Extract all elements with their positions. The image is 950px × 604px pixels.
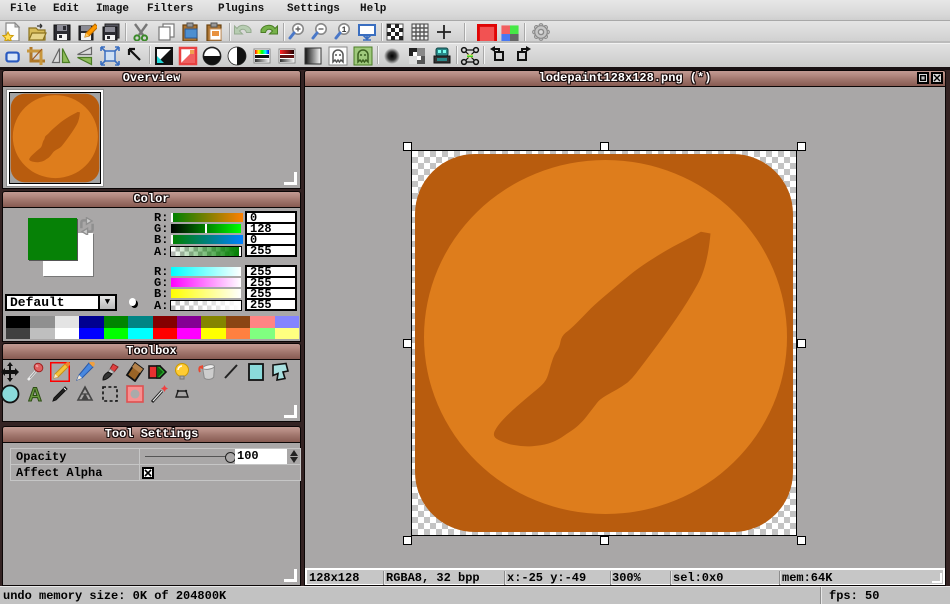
svg-text:A: A (28, 385, 42, 404)
svg-text:1: 1 (342, 26, 347, 35)
